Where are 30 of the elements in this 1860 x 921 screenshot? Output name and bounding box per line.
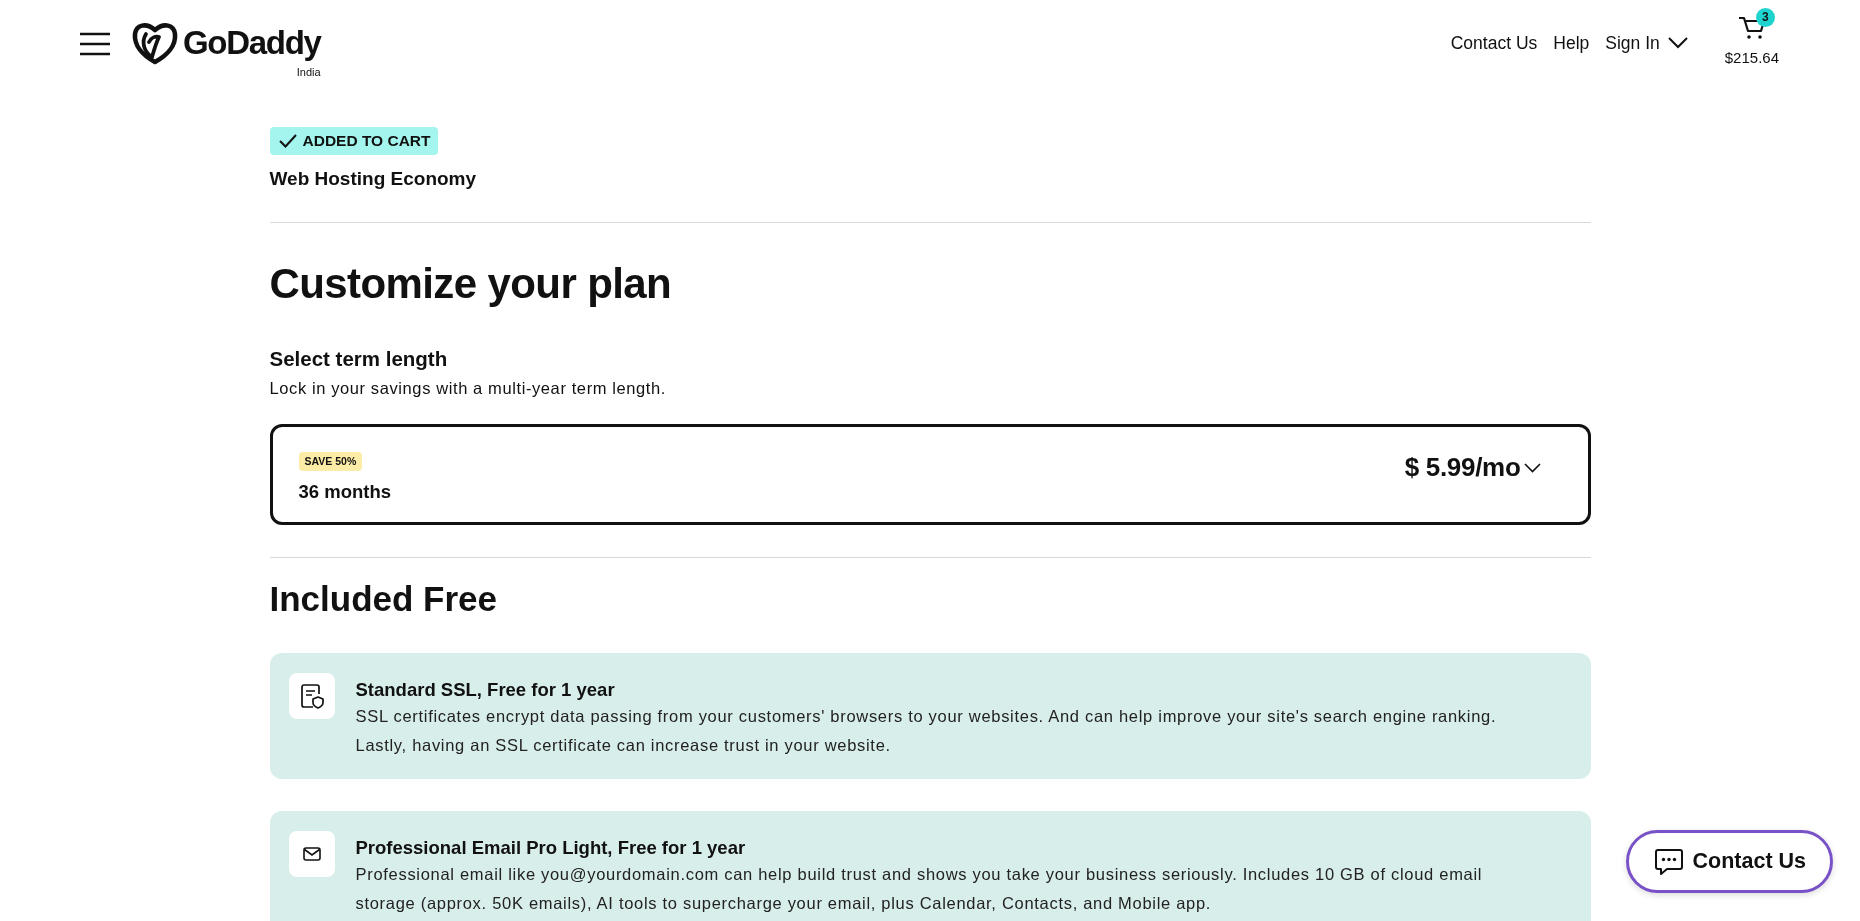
section-hint: Lock in your savings with a multi-year term length. [269, 378, 667, 398]
page-heading: Customize your plan [269, 259, 673, 309]
logo-region-label: India [296, 66, 321, 78]
price-text: $ 5.99/mo [1404, 450, 1521, 484]
item-description: Professional email like you@yourdomain.com can help build trust and shows you take your business seriously. Includes 10 GB of cloud email storage (approx. 50K emails), AI tools to supercharge your email, plus Calendar, Contacts, and Mobile app. [355, 864, 1484, 914]
item-title: Professional Email Pro Light, Free for 1 year [355, 836, 747, 860]
item-title: Standard SSL, Free for 1 year [355, 678, 616, 702]
chevron-down-icon [1667, 37, 1688, 49]
cart-total: $215.64 [1724, 50, 1779, 65]
logo-wordmark: GoDaddy [183, 26, 321, 59]
cart-count-badge: 3 [1755, 8, 1775, 27]
term-text: 36 months [298, 480, 392, 504]
nav-link[interactable]: Contact Us [1450, 29, 1538, 57]
certificate-icon [299, 683, 324, 709]
contact-us-button[interactable]: Contact Us [1625, 830, 1833, 893]
chat-bubble-icon [1654, 848, 1683, 875]
savings-tag: SAVE 50% [298, 452, 363, 471]
envelope-icon [302, 847, 321, 861]
product-name: Web Hosting Economy [269, 167, 478, 191]
heart-logo-icon [131, 20, 179, 65]
sign-in-button[interactable]: Sign In [1605, 29, 1688, 57]
term-length-dropdown[interactable]: SAVE 50% 36 months $ 5.99/mo [269, 424, 1591, 525]
section-heading: Select term length [269, 346, 449, 372]
added-to-cart-label: ADDED TO CART [302, 131, 431, 151]
check-icon [278, 134, 297, 148]
nav-link[interactable]: Help [1553, 29, 1590, 57]
section-heading: Included Free [269, 578, 499, 620]
menu-icon[interactable] [80, 32, 110, 56]
chevron-down-icon [1523, 463, 1541, 473]
item-description: SSL certificates encrypt data passing from your customers' browsers to your websites. And can help improve your site's search engine ranking. Lastly, having an SSL certificate can increase trust in your website. [355, 706, 1498, 756]
